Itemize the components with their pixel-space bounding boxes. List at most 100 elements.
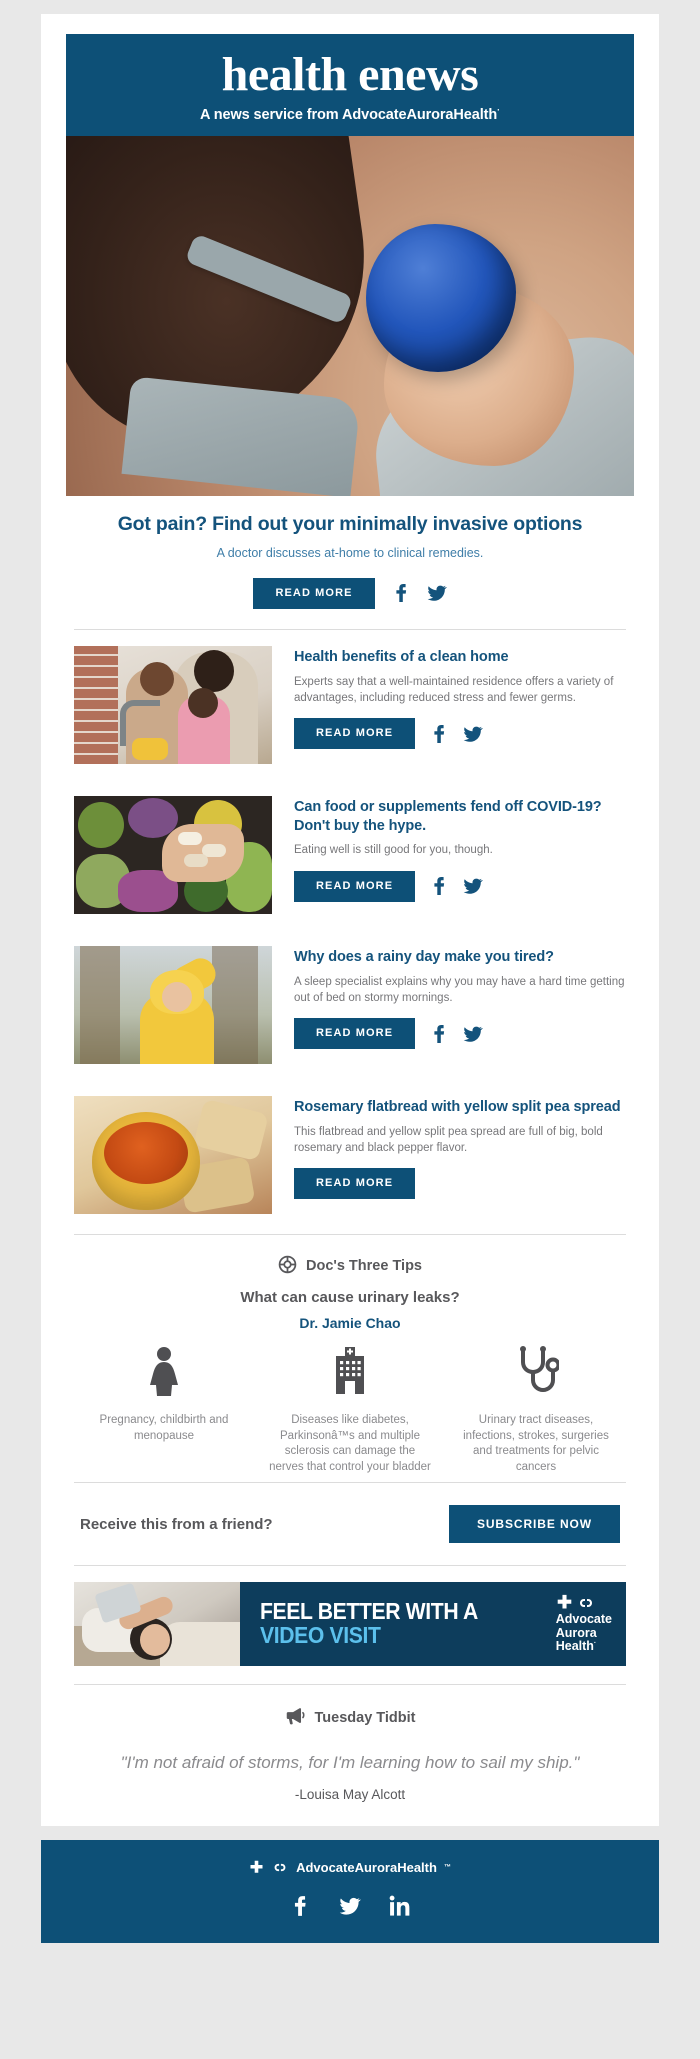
masthead-trademark: · <box>497 104 501 115</box>
tips-header: Doc's Three Tips <box>74 1255 626 1278</box>
facebook-icon[interactable] <box>429 1024 449 1044</box>
twitter-icon[interactable] <box>339 1895 361 1917</box>
tip-item: Urinary tract diseases, infections, stro… <box>446 1345 626 1476</box>
tips-doctor-name[interactable]: Dr. Jamie Chao <box>74 1315 626 1331</box>
article-description: Eating well is still good for you, thoug… <box>294 844 493 857</box>
lead-story-subtitle: A doctor discusses at-home to clinical r… <box>216 545 484 560</box>
tip-text: Pregnancy, childbirth and menopause <box>99 1413 229 1442</box>
thumb-shape <box>162 981 192 1012</box>
tidbit-header: Tuesday Tidbit <box>84 1707 616 1729</box>
article-read-more-button[interactable]: READ MORE <box>294 1168 416 1200</box>
article-title[interactable]: Why does a rainy day make you tired? <box>294 948 626 967</box>
article-list: Health benefits of a clean home Experts … <box>66 630 634 1234</box>
email-page: health enews A news service from Advocat… <box>0 0 700 2059</box>
article-content: Health benefits of a clean home Experts … <box>294 646 626 750</box>
tip-text: Urinary tract diseases, infections, stro… <box>463 1413 609 1474</box>
promo-headline-line2: VIDEO VISIT <box>260 1622 381 1649</box>
lead-story: Got pain? Find out your minimally invasi… <box>66 496 634 629</box>
divider-above-promo <box>74 1565 626 1567</box>
thumb-shape <box>104 1121 188 1184</box>
article-row: Rosemary flatbread with yellow split pea… <box>66 1080 634 1230</box>
lead-read-more-button[interactable]: READ MORE <box>253 577 375 609</box>
tidbit-quote: "I'm not afraid of storms, for I'm learn… <box>120 1753 580 1773</box>
tips-question: What can cause urinary leaks? <box>240 1288 460 1306</box>
chain-link-icon <box>274 1863 286 1871</box>
cross-icon <box>557 1595 572 1609</box>
article-thumbnail[interactable] <box>74 795 272 914</box>
facebook-icon[interactable] <box>391 583 411 603</box>
article-read-more-button[interactable]: READ MORE <box>294 718 416 750</box>
facebook-icon[interactable] <box>429 724 449 744</box>
chain-link-icon <box>579 1598 592 1607</box>
hero-image[interactable] <box>66 135 634 496</box>
article-read-more-button[interactable]: READ MORE <box>294 870 416 902</box>
twitter-icon[interactable] <box>463 724 484 744</box>
thumb-shape <box>194 649 234 692</box>
tuesday-tidbit-section: Tuesday Tidbit "I'm not afraid of storms… <box>66 1685 634 1825</box>
article-actions: READ MORE <box>294 718 626 750</box>
twitter-icon[interactable] <box>427 583 447 603</box>
facebook-icon[interactable] <box>429 876 449 896</box>
linkedin-icon[interactable] <box>389 1895 411 1917</box>
promo-logo-line3: Health· <box>556 1640 612 1654</box>
advocate-aurora-logo-mark <box>556 1594 612 1611</box>
article-actions: READ MORE <box>294 1168 626 1200</box>
tips-section-title: Doc's Three Tips <box>306 1258 422 1275</box>
subscribe-prompt: Receive this from a friend? <box>80 1515 273 1533</box>
woman-figure-icon <box>142 1346 186 1401</box>
footer-trademark: ™ <box>443 1863 451 1871</box>
footer-brand-text: AdvocateAuroraHealth <box>296 1859 437 1875</box>
tidbit-section-title: Tuesday Tidbit <box>314 1710 416 1727</box>
tip-icon-wrap <box>80 1346 248 1401</box>
article-row: Why does a rainy day make you tired? A s… <box>66 930 634 1080</box>
thumb-shape <box>193 1098 269 1162</box>
article-actions: READ MORE <box>294 1018 626 1050</box>
megaphone-icon <box>285 1707 306 1729</box>
promo-image <box>74 1582 240 1667</box>
twitter-icon[interactable] <box>463 1024 484 1044</box>
masthead-subtitle: A news service from AdvocateAuroraHealth… <box>66 105 634 123</box>
thumb-shape <box>184 853 208 867</box>
facebook-icon[interactable] <box>289 1895 311 1917</box>
thumb-shape <box>80 945 120 1064</box>
tip-text: Diseases like diabetes, Parkinsonâ™s and… <box>269 1413 431 1474</box>
footer: AdvocateAuroraHealth ™ <box>41 1839 659 1943</box>
subscribe-now-button[interactable]: SUBSCRIBE NOW <box>448 1505 620 1544</box>
thumb-shape <box>188 687 218 718</box>
article-row: Can food or supplements fend off COVID-1… <box>66 780 634 930</box>
article-title[interactable]: Can food or supplements fend off COVID-1… <box>294 798 626 836</box>
article-thumbnail[interactable] <box>74 1095 272 1214</box>
masthead-subtitle-prefix: A news service from <box>199 106 342 123</box>
footer-brand: AdvocateAuroraHealth ™ <box>41 1860 659 1875</box>
stethoscope-icon <box>513 1345 561 1401</box>
tips-grid: Pregnancy, childbirth and menopause Dise… <box>74 1345 626 1476</box>
article-read-more-button[interactable]: READ MORE <box>294 1018 416 1050</box>
subscribe-section: Receive this from a friend? SUBSCRIBE NO… <box>66 1483 634 1565</box>
article-content: Rosemary flatbread with yellow split pea… <box>294 1096 626 1200</box>
masthead: health enews A news service from Advocat… <box>66 34 634 136</box>
tip-item: Pregnancy, childbirth and menopause <box>74 1346 254 1476</box>
thumb-shape <box>212 945 258 1064</box>
twitter-icon[interactable] <box>463 876 484 896</box>
article-thumbnail[interactable] <box>74 645 272 764</box>
thumb-shape <box>140 661 174 696</box>
masthead-title: health enews <box>221 48 479 101</box>
thumb-shape <box>178 831 202 845</box>
article-title[interactable]: Rosemary flatbread with yellow split pea… <box>294 1098 626 1117</box>
article-thumbnail[interactable] <box>74 945 272 1064</box>
article-title[interactable]: Health benefits of a clean home <box>294 648 626 667</box>
thumb-shape <box>74 645 118 764</box>
tidbit-author: -Louisa May Alcott <box>294 1786 406 1802</box>
cross-icon <box>250 1860 263 1873</box>
promo-logo-line2: Aurora <box>555 1625 597 1640</box>
promo-logo-line3-text: Health <box>555 1639 594 1654</box>
promo-shape <box>140 1624 170 1657</box>
video-visit-promo-banner[interactable]: FEEL BETTER WITH A VIDEO VISIT Advocate <box>74 1582 626 1667</box>
promo-logo-trademark: · <box>593 1640 597 1648</box>
tip-icon-wrap <box>452 1345 620 1401</box>
article-content: Can food or supplements fend off COVID-1… <box>294 796 626 902</box>
promo-text-block: FEEL BETTER WITH A VIDEO VISIT <box>260 1599 497 1649</box>
thumb-shape <box>132 737 168 760</box>
lead-story-title[interactable]: Got pain? Find out your minimally invasi… <box>84 512 616 537</box>
promo-logo-text: Advocate Aurora Health· <box>556 1613 612 1654</box>
